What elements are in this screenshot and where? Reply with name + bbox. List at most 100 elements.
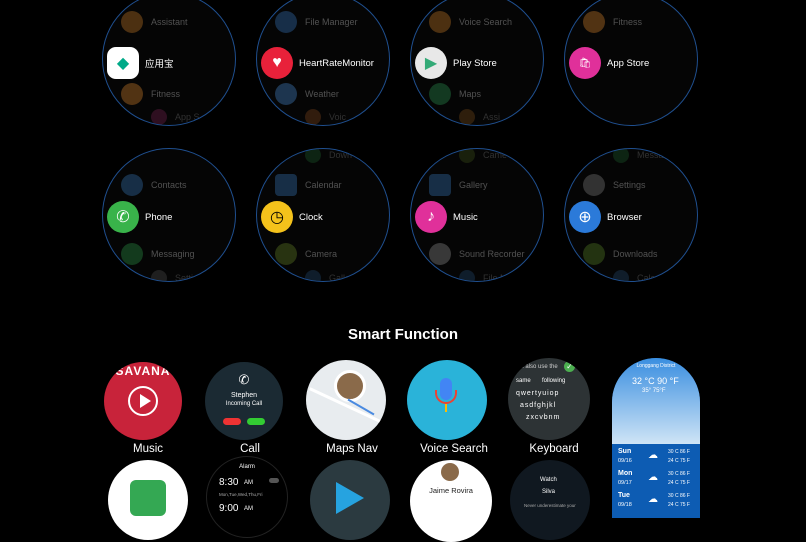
download-icon — [305, 149, 321, 163]
watch-clock: Down Calendar ◷ Clock Camera Galle — [256, 148, 390, 282]
label: Setti — [175, 273, 194, 282]
call-label: Call — [240, 443, 260, 455]
label: Calendar — [305, 180, 342, 190]
decline-button[interactable] — [223, 418, 241, 425]
today-range: 35° 75°F — [642, 388, 666, 394]
watch-phone: Contacts ✆ Phone Messaging Setti — [102, 148, 236, 282]
weather-icon — [275, 83, 297, 105]
gear-icon — [583, 174, 605, 196]
check-icon[interactable]: ✓ — [564, 361, 575, 372]
date: 09/18 — [618, 502, 632, 508]
label: Voic — [329, 112, 347, 122]
caller-name: Stephen — [230, 392, 258, 399]
calculator-icon — [613, 270, 629, 281]
location: Longgang District — [636, 363, 676, 369]
music-note-icon: ♪ — [415, 201, 447, 233]
label: File Manager — [305, 17, 358, 27]
fitness-icon — [121, 83, 143, 105]
watch-heartrate: File Manager ♥ HeartRateMonitor Weather V… — [256, 0, 390, 126]
label: Messaging — [151, 249, 195, 259]
keyboard-row-1[interactable]: q w e r t y u i o p — [516, 390, 558, 397]
section-title: Smart Function — [347, 326, 458, 343]
globe-icon: ⊕ — [569, 201, 601, 233]
alarm-title: Alarm — [239, 464, 255, 470]
play-store-icon: ▶ — [415, 47, 447, 79]
call-watch[interactable]: ✆ Stephen Incoming Call — [205, 362, 283, 440]
hi: 30 C 86 F — [668, 471, 690, 477]
app-center-item[interactable]: ♪ Music — [415, 201, 543, 233]
app-center-item[interactable]: ◆ 应用宝 — [107, 47, 235, 79]
settings-icon — [151, 270, 167, 281]
forecast-row: Tue 09/18 ☁ 30 C 86 F 24 C 75 F — [618, 492, 694, 512]
phone-icon: ✆ — [107, 201, 139, 233]
fitness-icon — [583, 11, 605, 33]
alarm-toggle[interactable] — [269, 478, 279, 483]
yingyongbao-icon: ◆ — [107, 47, 139, 79]
day: Sun — [618, 448, 632, 455]
camera-icon — [459, 149, 475, 163]
maps-icon — [429, 83, 451, 105]
incoming-call-icon: ✆ — [238, 372, 250, 387]
watch-browser: Messa Settings ⊕ Browser Downloads Calc — [564, 148, 698, 282]
forecast-row: Mon 09/17 ☁ 30 C 86 F 24 C 75 F — [618, 470, 694, 490]
assistant-icon — [121, 11, 143, 33]
contact-watch[interactable]: Jaime Rovira — [410, 460, 492, 542]
keyboard-watch[interactable]: can also use the ✓ same following q w e … — [508, 358, 590, 440]
alarm-ampm-2: AM — [244, 506, 253, 512]
cloud-icon: ☁ — [648, 450, 658, 461]
watch-user: Silva — [542, 489, 556, 495]
label: Settings — [613, 180, 646, 190]
label: Phone — [145, 211, 173, 223]
suggestion-2[interactable]: following — [542, 378, 565, 384]
keyboard-label: Keyboard — [529, 443, 579, 455]
calendar-icon — [275, 174, 297, 196]
voice-search-label: Voice Search — [420, 443, 488, 455]
watch-playstore: Voice Search ▶ Play Store Maps Assi — [410, 0, 544, 126]
alarm-watch[interactable]: Alarm 8:30 AM Mon,Tue,Wed,Thu,Fri 9:00 A… — [206, 456, 288, 538]
keyboard-row-2[interactable]: a s d f g h j k l — [520, 402, 555, 409]
label: 应用宝 — [145, 59, 174, 70]
avatar — [441, 463, 459, 481]
watch-appstore: Fitness 🛍 App Store — [564, 0, 698, 126]
app-center-item[interactable]: ◷ Clock — [261, 201, 389, 233]
label: Messa — [637, 150, 664, 160]
music-label: Music — [132, 443, 164, 455]
label: Fitness — [151, 89, 181, 99]
google-maps-watch[interactable] — [108, 460, 188, 540]
app-center-item[interactable]: ⊕ Browser — [569, 201, 697, 233]
app-center-item[interactable]: ▶ Play Store — [415, 47, 543, 79]
music-watch[interactable]: SAVANA — [104, 362, 182, 440]
assistant-icon — [459, 109, 475, 125]
watch-assistant: Assistant ◆ 应用宝 Fitness App S — [102, 0, 236, 126]
watch-chat[interactable]: Watch Silva Never underestimate your — [510, 460, 590, 540]
watch-message: Never underestimate your — [524, 503, 576, 508]
download-icon — [583, 243, 605, 265]
label: Contacts — [151, 180, 187, 190]
play-icon — [128, 386, 158, 416]
app-center-item[interactable]: ✆ Phone — [107, 201, 235, 233]
cloud-icon: ☁ — [648, 494, 658, 505]
app-center-item[interactable]: 🛍 App Store — [569, 47, 697, 79]
label: Assistant — [151, 17, 188, 27]
messaging-icon — [613, 149, 629, 163]
play-store-watch[interactable] — [310, 460, 390, 540]
accept-button[interactable] — [247, 418, 265, 425]
weather-watch[interactable]: Longgang District 32 °C 90 °F 35° 75°F S… — [612, 358, 700, 518]
gallery-icon — [429, 174, 451, 196]
label: Play Store — [453, 57, 497, 69]
voice-search-watch[interactable] — [407, 360, 487, 440]
hi: 30 C 86 F — [668, 449, 690, 455]
gallery-icon — [305, 270, 321, 281]
avatar — [334, 370, 366, 402]
label: Galle — [329, 273, 351, 282]
forecast-row: Sun 09/16 ☁ 30 C 86 F 24 C 75 F — [618, 448, 694, 468]
label: Camera — [305, 249, 338, 259]
keyboard-row-3[interactable]: z x c v b n m — [526, 414, 559, 421]
app-center-item[interactable]: ♥ HeartRateMonitor — [261, 47, 389, 79]
maps-nav-watch[interactable] — [306, 360, 386, 440]
label: Came — [483, 150, 508, 160]
watch-music: Came Gallery ♪ Music Sound Recorder File … — [410, 148, 544, 282]
lo: 24 C 75 F — [668, 502, 690, 508]
label: Assi — [483, 112, 501, 122]
suggestion-1[interactable]: same — [516, 378, 531, 384]
